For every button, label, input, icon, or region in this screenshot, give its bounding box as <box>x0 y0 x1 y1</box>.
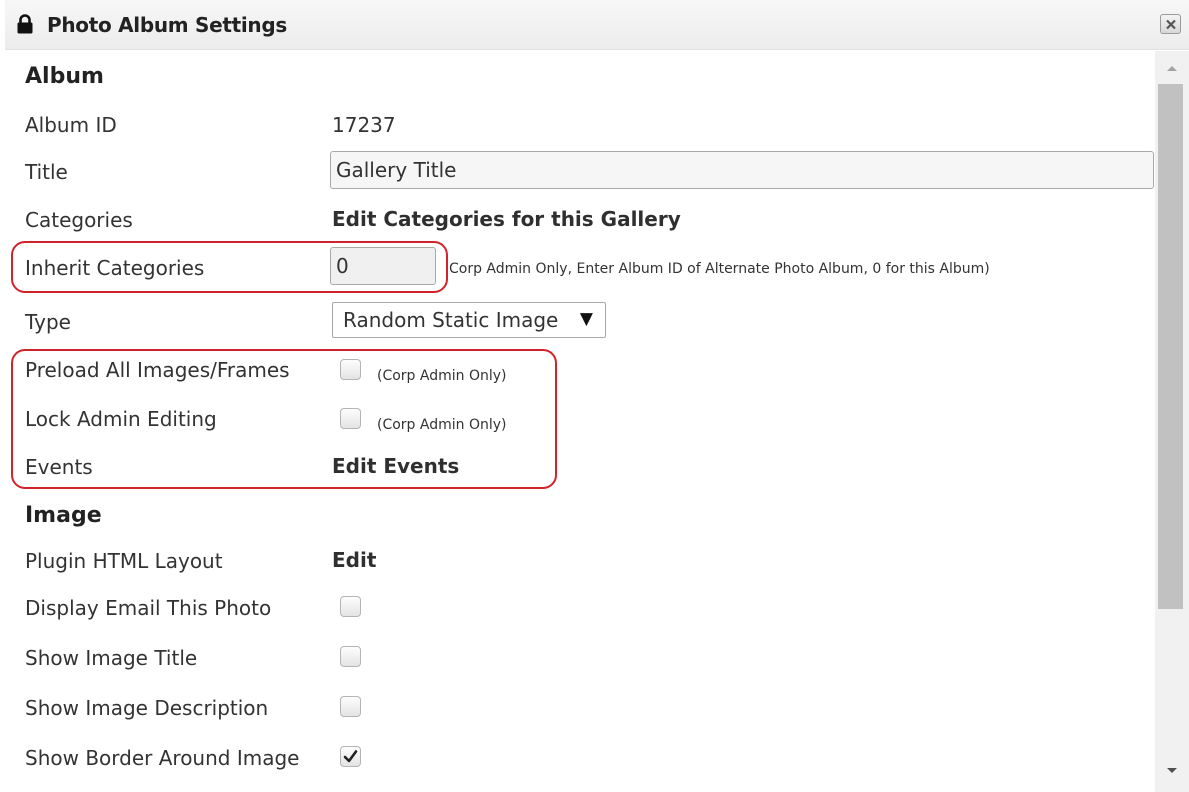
close-icon <box>1166 19 1176 30</box>
type-select[interactable]: Random Static Image ▼ <box>332 302 606 338</box>
type-select-value: Random Static Image <box>343 308 559 332</box>
vertical-scrollbar[interactable] <box>1155 51 1189 792</box>
scrollbar-thumb[interactable] <box>1158 84 1183 609</box>
checkmark-icon <box>343 750 358 763</box>
edit-categories-link[interactable]: Edit Categories for this Gallery <box>332 207 681 231</box>
inherit-categories-note: Corp Admin Only, Enter Album ID of Alter… <box>449 261 990 277</box>
edit-events-link[interactable]: Edit Events <box>332 454 459 478</box>
lock-editing-label: Lock Admin Editing <box>25 407 217 431</box>
title-input[interactable] <box>330 151 1154 189</box>
inherit-categories-label: Inherit Categories <box>25 256 205 280</box>
scroll-down-icon[interactable] <box>1155 760 1189 782</box>
events-label: Events <box>25 455 93 479</box>
photo-album-settings-dialog: Photo Album Settings Album Album ID 1723… <box>0 0 1189 792</box>
dropdown-arrow-icon: ▼ <box>579 309 593 329</box>
close-button[interactable] <box>1160 14 1181 34</box>
section-heading-image: Image <box>25 503 102 528</box>
plugin-layout-label: Plugin HTML Layout <box>25 549 223 573</box>
section-heading-album: Album <box>25 64 104 89</box>
email-photo-checkbox[interactable] <box>340 596 361 617</box>
dialog-titlebar: Photo Album Settings <box>5 0 1189 50</box>
show-border-checkbox[interactable] <box>340 746 361 767</box>
show-description-checkbox[interactable] <box>340 696 361 717</box>
preload-checkbox[interactable] <box>340 359 361 380</box>
settings-content: Album Album ID 17237 Title Categories Ed… <box>0 51 1155 792</box>
categories-label: Categories <box>25 208 133 232</box>
inherit-categories-input[interactable] <box>330 247 436 285</box>
scroll-up-icon[interactable] <box>1155 57 1189 79</box>
lock-editing-note: (Corp Admin Only) <box>377 417 507 433</box>
album-id-label: Album ID <box>25 113 117 137</box>
type-label: Type <box>25 310 71 334</box>
email-photo-label: Display Email This Photo <box>25 596 272 620</box>
show-border-label: Show Border Around Image <box>25 746 300 770</box>
show-description-label: Show Image Description <box>25 696 269 720</box>
preload-note: (Corp Admin Only) <box>377 368 507 384</box>
dialog-title: Photo Album Settings <box>47 13 287 37</box>
preload-label: Preload All Images/Frames <box>25 358 290 382</box>
show-title-label: Show Image Title <box>25 646 198 670</box>
lock-editing-checkbox[interactable] <box>340 408 361 429</box>
title-label: Title <box>25 160 68 184</box>
album-id-value: 17237 <box>332 113 396 137</box>
lock-icon <box>17 14 33 34</box>
show-title-checkbox[interactable] <box>340 646 361 667</box>
edit-layout-link[interactable]: Edit <box>332 548 376 572</box>
